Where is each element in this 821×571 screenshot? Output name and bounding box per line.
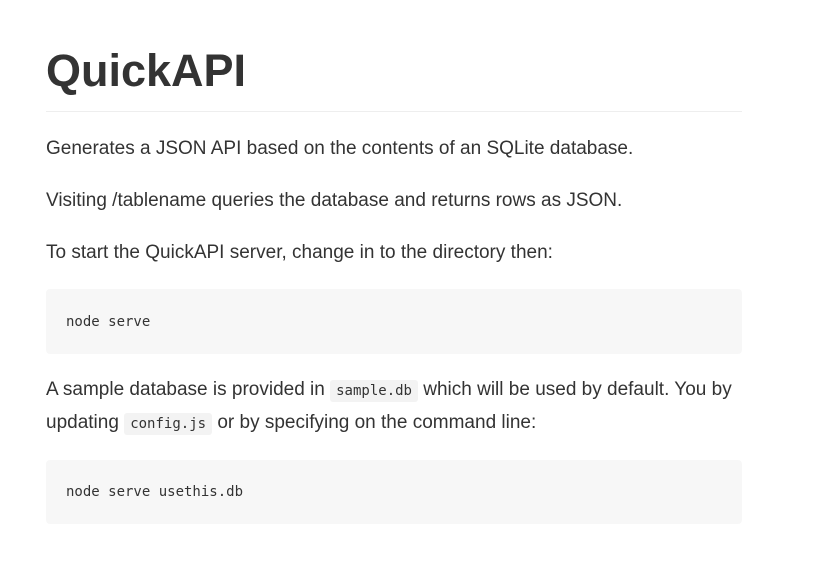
code-block-serve-db: node serve usethis.db xyxy=(46,460,742,524)
sample-text-a: A sample database is provided in xyxy=(46,379,331,400)
usage-paragraph: Visiting /tablename queries the database… xyxy=(46,190,623,211)
inline-code-config-js: config.js xyxy=(124,413,213,435)
sample-database-paragraph: A sample database is provided in sample.… xyxy=(46,374,742,440)
description-paragraph: Generates a JSON API based on the conten… xyxy=(46,138,634,159)
title-divider xyxy=(46,111,742,112)
code-serve-command: node serve xyxy=(66,313,151,330)
code-serve-db-command: node serve usethis.db xyxy=(66,484,244,500)
start-instructions-paragraph: To start the QuickAPI server, change in … xyxy=(46,242,553,263)
inline-code-sample-db: sample.db xyxy=(330,380,418,402)
sample-text-c: or by specifying on the command line: xyxy=(212,412,537,433)
code-block-serve: node serve xyxy=(46,289,742,354)
readme-content: QuickAPI Generates a JSON API based on t… xyxy=(46,0,742,524)
page-title: QuickAPI xyxy=(46,45,247,96)
